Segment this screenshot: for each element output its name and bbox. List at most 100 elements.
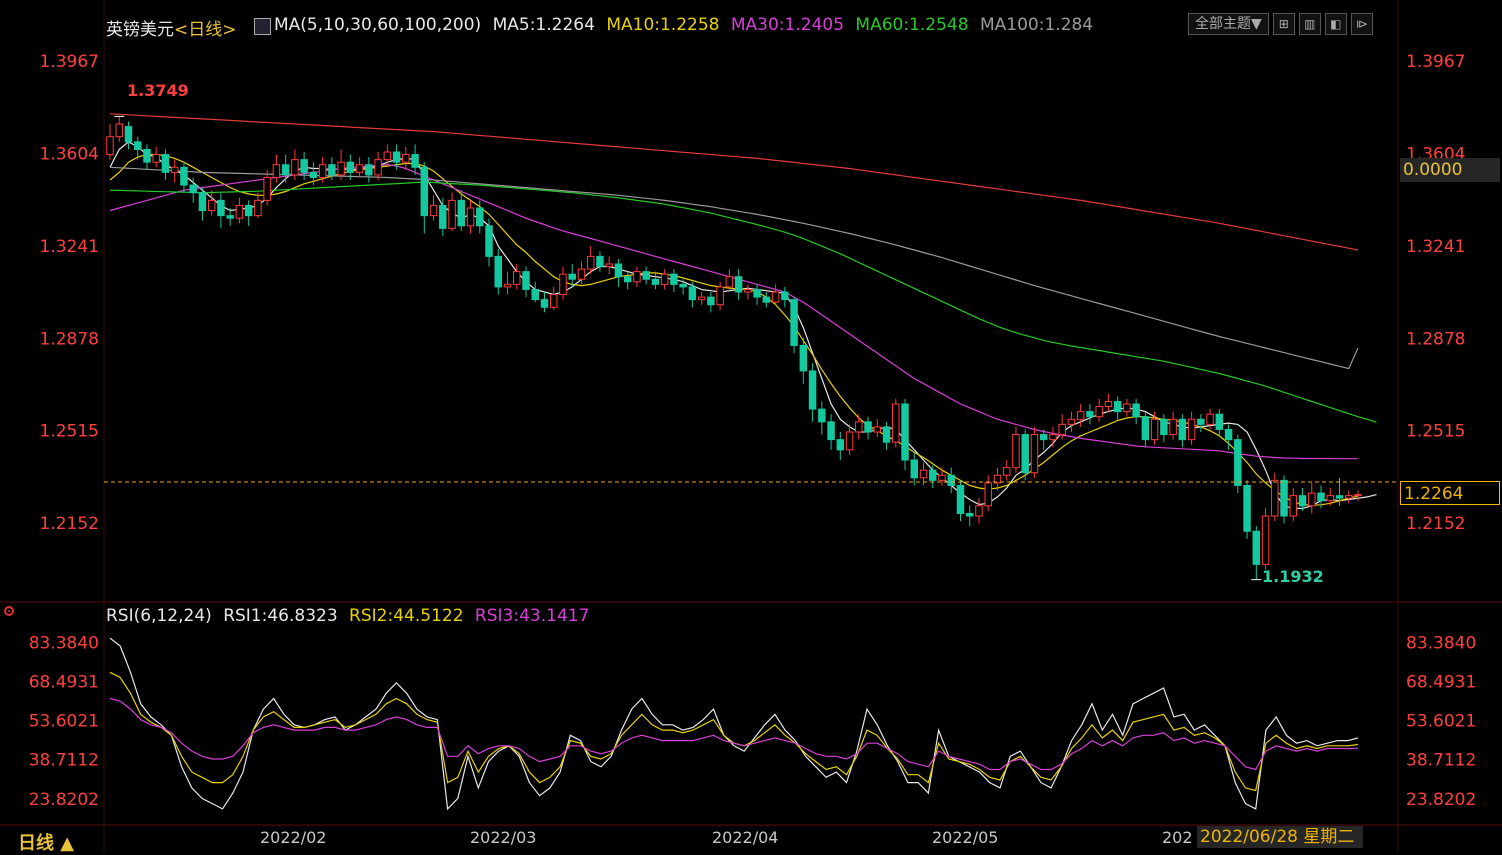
candle-body (1141, 416, 1150, 441)
candle (170, 159, 179, 183)
time-axis-label: 2022/02 (260, 828, 326, 847)
candle (263, 169, 271, 206)
ma-settings-icon[interactable] (254, 18, 271, 35)
price-axis-label-left: 1.2152 (40, 514, 99, 534)
candle-body (494, 255, 503, 288)
candle (374, 152, 382, 180)
candle-body (1354, 494, 1362, 497)
theme-select[interactable]: 全部主题▼ (1188, 13, 1269, 35)
candle-body (411, 154, 419, 168)
layout-grid-icon[interactable]: ⊞ (1272, 13, 1295, 35)
candle-body (429, 204, 438, 217)
candle (115, 116, 123, 142)
candle-body (1049, 434, 1057, 441)
candle-body (346, 161, 355, 173)
candle-body (873, 426, 882, 433)
candle (1243, 480, 1251, 539)
candle (827, 414, 835, 450)
candle-body (660, 273, 669, 285)
rsi-line-rsi1 (109, 637, 1359, 811)
candle-body (439, 204, 447, 229)
ma-line-ma100 (109, 166, 1359, 370)
candle (596, 251, 604, 272)
candle-body (1067, 418, 1076, 425)
candle (383, 144, 392, 168)
kline-chart[interactable]: 1.3967 1.39671.3604 1.36041.3241 1.32411.28… (0, 0, 1502, 852)
candle (633, 266, 641, 287)
candle-body (263, 176, 271, 201)
candle-body (688, 286, 697, 301)
candle-body (614, 263, 623, 278)
candle-body (226, 215, 234, 219)
low-price-label: 1.1932 (1262, 567, 1324, 586)
candle-body (845, 431, 854, 451)
candle (494, 248, 503, 295)
ma-line-ma5 (109, 141, 1377, 509)
candle-body (697, 296, 706, 301)
candle-body (827, 421, 835, 441)
candle-body (1345, 495, 1353, 499)
layout-next-icon[interactable]: ⧐ (1350, 13, 1373, 35)
candle-body (670, 273, 678, 285)
candle (1271, 472, 1279, 522)
candle-body (503, 283, 512, 288)
candle (1178, 414, 1187, 448)
candle (1187, 411, 1196, 445)
candle (1345, 490, 1353, 504)
candle-body (910, 459, 919, 479)
candle (1086, 404, 1094, 425)
time-axis-label: 2022/04 (712, 828, 778, 847)
candle-body (651, 278, 660, 285)
candle (485, 218, 493, 267)
candle (707, 292, 715, 313)
candle (402, 146, 410, 170)
candle (1354, 490, 1362, 501)
candle-body (633, 271, 641, 283)
ma-label[interactable]: MA(5,10,30,60,100,200) (274, 15, 481, 35)
candle-body (485, 225, 493, 257)
candle-body (392, 151, 401, 163)
layout-split-icon[interactable]: ▥ (1298, 13, 1321, 35)
candle-body (1076, 411, 1085, 420)
candle-body (476, 207, 484, 227)
indicator-settings-icon[interactable] (4, 606, 14, 616)
candle (855, 414, 863, 440)
candle-body (975, 505, 983, 517)
rsi-value-rsi1: RSI1:46.8323 (223, 606, 338, 626)
rsi-axis-label-right: 23.8202 (1406, 790, 1476, 810)
candle (152, 146, 160, 168)
candle (808, 363, 817, 422)
ma-value-ma5: MA5:1.2264 (492, 15, 595, 35)
ma-line-ma200 (109, 113, 1359, 251)
candle (106, 124, 114, 160)
candle-body (1123, 403, 1131, 413)
period-switch-button[interactable]: 日线 ▲ (18, 829, 74, 855)
candle (651, 271, 660, 290)
rsi-axis-label-right: 53.6021 (1406, 712, 1476, 732)
candle (411, 144, 419, 175)
layout-expand-icon[interactable]: ◧ (1324, 13, 1347, 35)
period-tag[interactable]: <日线> (174, 20, 237, 40)
candle-body (947, 474, 955, 486)
candle-body (929, 469, 937, 481)
candle-body (901, 403, 909, 461)
rsi-label[interactable]: RSI(6,12,24) (106, 606, 212, 626)
grid (0, 0, 1502, 852)
candle-body (771, 291, 780, 303)
ma-value-ma30: MA30:1.2405 (725, 15, 845, 35)
candle-body (272, 164, 281, 178)
candle (1141, 411, 1150, 448)
rsi-legend: RSI(6,12,24) RSI1:46.8323 RSI2:44.5122 R… (106, 606, 589, 626)
candle (864, 416, 872, 440)
price-axis-label-left: 1.2878 (40, 329, 99, 349)
rsi-axis-label-left: 68.4931 (29, 672, 99, 692)
candle (697, 292, 706, 305)
candle-body (808, 370, 817, 410)
candle (605, 256, 613, 275)
candle-body (1169, 418, 1177, 436)
candle-body (180, 166, 188, 186)
candle-body (328, 164, 336, 176)
candle-body (374, 159, 382, 176)
candle (1308, 482, 1316, 514)
candle-body (725, 276, 734, 288)
